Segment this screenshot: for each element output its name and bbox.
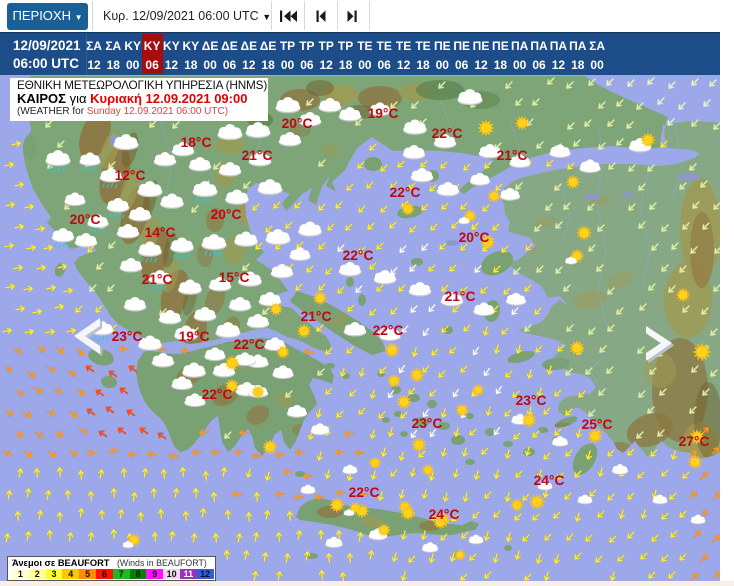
svg-text:22°C: 22°C <box>390 185 421 200</box>
svg-text:21°C: 21°C <box>242 148 273 163</box>
svg-text:22°C: 22°C <box>349 485 380 500</box>
svg-text:19°C: 19°C <box>368 106 399 121</box>
svg-text:25°C: 25°C <box>582 417 613 432</box>
svg-text:15°C: 15°C <box>219 270 250 285</box>
svg-text:14°C: 14°C <box>145 225 176 240</box>
svg-text:20°C: 20°C <box>211 207 242 222</box>
svg-text:22°C: 22°C <box>202 387 233 402</box>
svg-text:24°C: 24°C <box>429 507 460 522</box>
svg-text:23°C: 23°C <box>112 329 143 344</box>
svg-text:23°C: 23°C <box>516 393 547 408</box>
svg-text:22°C: 22°C <box>373 323 404 338</box>
svg-text:21°C: 21°C <box>497 148 528 163</box>
svg-text:23°C: 23°C <box>412 416 443 431</box>
svg-text:21°C: 21°C <box>301 309 332 324</box>
svg-text:22°C: 22°C <box>432 126 463 141</box>
svg-text:18°C: 18°C <box>181 135 212 150</box>
svg-text:27°C: 27°C <box>679 434 710 449</box>
svg-text:22°C: 22°C <box>234 337 265 352</box>
svg-text:20°C: 20°C <box>459 230 490 245</box>
svg-text:12°C: 12°C <box>115 168 146 183</box>
svg-text:20°C: 20°C <box>70 212 101 227</box>
svg-text:20°C: 20°C <box>282 116 313 131</box>
svg-text:22°C: 22°C <box>343 248 374 263</box>
svg-text:21°C: 21°C <box>445 289 476 304</box>
svg-text:19°C: 19°C <box>179 329 210 344</box>
svg-text:21°C: 21°C <box>142 272 173 287</box>
svg-text:24°C: 24°C <box>534 473 565 488</box>
